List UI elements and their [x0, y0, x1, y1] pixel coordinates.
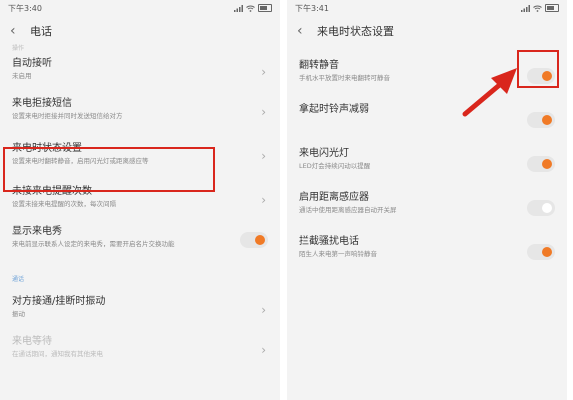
chevron-right-icon: ›: [261, 193, 266, 207]
flash-alert-toggle[interactable]: [527, 156, 555, 172]
page-title: 电话: [30, 25, 52, 38]
battery-icon: [258, 4, 272, 12]
setting-reject-sms[interactable]: 来电拒接短信 设置来电时拒接并同时发送短信给对方 ›: [0, 92, 280, 132]
status-bar: 下午3:41: [287, 0, 567, 16]
status-bar: 下午3:40: [0, 0, 280, 16]
setting-title: 自动接听: [12, 58, 52, 69]
left-phone-screen: 下午3:40 ‹ 电话 操作 自动接听 未启用 › 来电拒接短信 设置来电时拒接…: [0, 0, 280, 400]
toggle-knob: [542, 247, 552, 257]
signal-icon: [234, 4, 243, 12]
setting-subtitle: 设置来电时拒接并同时发送短信给对方: [12, 112, 123, 120]
caller-show-toggle[interactable]: [240, 232, 268, 248]
status-icons: [234, 4, 272, 12]
chevron-right-icon: ›: [261, 343, 266, 357]
setting-subtitle: 通话中使用距离感应器自动开关屏: [299, 206, 397, 214]
chevron-right-icon: ›: [261, 149, 266, 163]
setting-subtitle: 振动: [12, 310, 25, 318]
setting-title: 来电闪光灯: [299, 148, 349, 159]
back-arrow-icon[interactable]: ‹: [297, 23, 307, 39]
block-harassing-toggle[interactable]: [527, 244, 555, 260]
setting-title: 拦截骚扰电话: [299, 236, 359, 247]
setting-flash-alert[interactable]: 来电闪光灯 LED灯会持续闪动以提醒: [287, 142, 567, 186]
battery-icon: [545, 4, 559, 12]
chevron-right-icon: ›: [261, 105, 266, 119]
back-arrow-icon[interactable]: ‹: [10, 23, 20, 39]
setting-block-harassing-calls[interactable]: 拦截骚扰电话 陌生人来电第一声响铃静音: [287, 230, 567, 274]
toggle-knob: [255, 235, 265, 245]
chevron-right-icon: ›: [261, 65, 266, 79]
highlight-box: [3, 147, 215, 192]
settings-list: 自动接听 未启用 › 来电拒接短信 设置来电时拒接并同时发送短信给对方 › 来电…: [0, 52, 280, 370]
toggle-knob: [542, 115, 552, 125]
page-title: 来电时状态设置: [317, 25, 394, 38]
setting-title: 显示来电秀: [12, 226, 62, 237]
setting-proximity-sensor[interactable]: 启用距离感应器 通话中使用距离感应器自动开关屏: [287, 186, 567, 230]
setting-title: 来电拒接短信: [12, 98, 72, 109]
status-time: 下午3:41: [295, 3, 329, 13]
signal-icon: [521, 4, 530, 12]
section-header-calls: 通话: [12, 276, 25, 283]
header: ‹ 电话: [0, 16, 280, 46]
proximity-sensor-toggle[interactable]: [527, 200, 555, 216]
toggle-knob: [542, 203, 552, 213]
setting-show-caller-show[interactable]: 显示来电秀 来电前显示联系人设定的来电秀，需要开启名片交换功能: [0, 220, 280, 260]
setting-subtitle: 未启用: [12, 72, 32, 80]
status-icons: [521, 4, 559, 12]
toggle-knob: [542, 159, 552, 169]
setting-title: 对方接通/挂断时振动: [12, 296, 106, 307]
quiet-on-pickup-toggle[interactable]: [527, 112, 555, 128]
setting-subtitle: LED灯会持续闪动以提醒: [299, 162, 371, 170]
setting-auto-answer[interactable]: 自动接听 未启用 ›: [0, 52, 280, 92]
setting-title: 启用距离感应器: [299, 192, 369, 203]
setting-subtitle: 陌生人来电第一声响铃静音: [299, 250, 377, 258]
status-time: 下午3:40: [8, 3, 42, 13]
setting-title: 来电等待: [12, 336, 52, 347]
arrow-pointer-icon: [462, 68, 517, 117]
right-phone-screen: 下午3:41 ‹ 来电时状态设置 翻转静音 手机水平放置时来电翻转可静音 拿起时…: [287, 0, 567, 400]
wifi-icon: [533, 5, 542, 12]
setting-subtitle: 在通话期间，通知我有其他来电: [12, 350, 103, 358]
setting-subtitle: 来电前显示联系人设定的来电秀，需要开启名片交换功能: [12, 240, 175, 248]
wifi-icon: [246, 5, 255, 12]
header: ‹ 来电时状态设置: [287, 16, 567, 46]
setting-call-waiting[interactable]: 来电等待 在通话期间，通知我有其他来电 ›: [0, 330, 280, 370]
setting-vibrate-on-connect[interactable]: 对方接通/挂断时振动 振动 ›: [0, 290, 280, 330]
chevron-right-icon: ›: [261, 303, 266, 317]
setting-subtitle: 设置未接来电提醒的次数，每次间隔: [12, 200, 116, 208]
